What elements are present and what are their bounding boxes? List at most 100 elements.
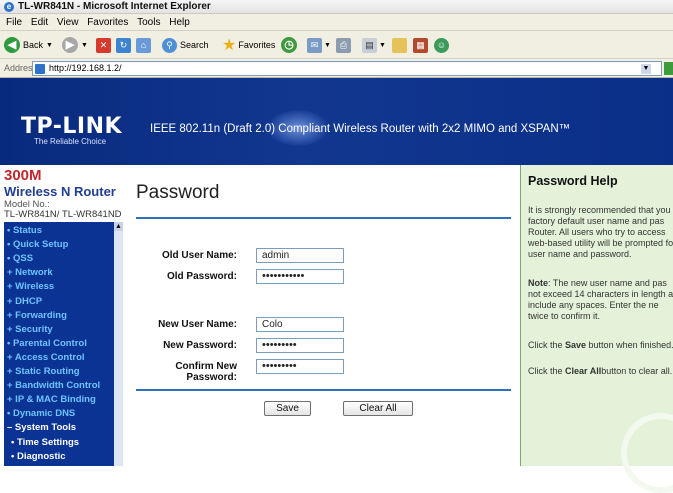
menu-file[interactable]: File: [6, 14, 22, 31]
home-icon: ⌂: [136, 37, 151, 53]
address-url: http://192.168.1.2/: [49, 63, 122, 73]
search-icon: ⚲: [162, 37, 177, 53]
help-paragraph-line: user name and password.: [528, 249, 632, 259]
help-paragraph-line: factory default user name and pas: [528, 216, 665, 226]
history-button[interactable]: ◷: [281, 36, 297, 54]
sidebar-nav-item[interactable]: • Time Settings: [11, 437, 79, 448]
confirm-password-input[interactable]: •••••••••: [256, 359, 344, 374]
ie-logo-icon: e: [4, 2, 14, 12]
help-paragraph-line: twice to confirm it.: [528, 311, 601, 321]
research-button[interactable]: ▦: [413, 36, 428, 54]
logo-subtitle: The Reliable Choice: [34, 137, 107, 146]
sidebar-nav-item[interactable]: + Security: [7, 324, 53, 335]
print-button[interactable]: ⎙: [336, 36, 351, 54]
help-paragraph-line: It is strongly recommended that you: [528, 205, 671, 215]
sidebar-nav-item[interactable]: • Quick Setup: [7, 239, 68, 250]
clear-all-button[interactable]: Clear All: [343, 401, 413, 416]
help-title: Password Help: [528, 174, 618, 188]
save-button[interactable]: Save: [264, 401, 311, 416]
window-title: TL-WR841N - Microsoft Internet Explorer: [18, 1, 211, 12]
page-title: Password: [136, 182, 220, 203]
sidebar-nav-item[interactable]: + Bandwidth Control: [7, 380, 100, 391]
help-panel: Password Help It is strongly recommended…: [520, 165, 673, 493]
folder-button[interactable]: [392, 36, 407, 54]
sidebar-nav-item[interactable]: • Parental Control: [7, 338, 87, 349]
save-hint-post: button when finished.: [586, 340, 673, 350]
scroll-up-icon[interactable]: ▲: [114, 222, 123, 231]
menu-bar: File Edit View Favorites Tools Help: [0, 14, 673, 31]
address-field[interactable]: http://192.168.1.2/ ▼: [32, 61, 662, 76]
refresh-icon: ↻: [116, 37, 131, 53]
banner-tagline: IEEE 802.11n (Draft 2.0) Compliant Wirel…: [150, 123, 571, 135]
research-icon: ▦: [413, 37, 428, 53]
sidebar-nav-item[interactable]: + Access Control: [7, 352, 85, 363]
go-button-icon[interactable]: [664, 62, 673, 75]
sidebar-nav-item[interactable]: – System Tools: [7, 422, 76, 433]
sidebar-nav-item[interactable]: + Static Routing: [7, 366, 80, 377]
mail-dropdown-icon[interactable]: ▼: [324, 42, 331, 49]
note-label: Note: [528, 278, 548, 288]
back-arrow-icon: ◀: [4, 37, 20, 53]
menu-view[interactable]: View: [57, 14, 79, 31]
help-clear-hint: Click the Clear Allbutton to clear all.: [528, 366, 673, 377]
favorites-button[interactable]: ★ Favorites: [222, 36, 275, 54]
help-paragraph-line: web-based utility will be prompted fo: [528, 238, 673, 248]
new-password-input[interactable]: •••••••••: [256, 338, 344, 353]
menu-help[interactable]: Help: [169, 14, 190, 31]
address-dropdown-icon[interactable]: ▼: [641, 64, 651, 74]
folder-icon: [392, 37, 407, 53]
mail-button[interactable]: ✉ ▼: [307, 36, 331, 54]
search-button[interactable]: ⚲ Search: [162, 36, 209, 54]
forward-button[interactable]: ▶ ▼: [62, 36, 88, 54]
help-paragraph-line: not exceed 14 characters in length a: [528, 289, 673, 299]
home-button[interactable]: ⌂: [136, 36, 151, 54]
tp-link-logo: TP-LINK: [21, 114, 123, 139]
back-dropdown-icon[interactable]: ▼: [46, 42, 53, 49]
clear-hint-pre: Click the: [528, 366, 566, 376]
favorites-star-icon: ★: [222, 37, 237, 54]
mail-icon: ✉: [307, 37, 322, 53]
forward-dropdown-icon[interactable]: ▼: [81, 42, 88, 49]
menu-edit[interactable]: Edit: [31, 14, 48, 31]
sidebar-nav-item[interactable]: + Wireless: [7, 281, 54, 292]
sidebar-nav-item[interactable]: • Status: [7, 225, 42, 236]
help-paragraph-line: Router. All users who try to access: [528, 227, 666, 237]
new-user-name-input[interactable]: Colo: [256, 317, 344, 332]
sidebar-nav-item[interactable]: + IP & MAC Binding: [7, 394, 96, 405]
help-paragraph-line: include any spaces. Enter the ne: [528, 300, 659, 310]
save-hint-bold: Save: [565, 340, 587, 350]
nav-scrollbar[interactable]: ▲: [114, 222, 123, 466]
stop-icon: ✕: [96, 37, 111, 53]
main-content: Password Old User Name: admin Old Passwo…: [125, 165, 520, 466]
back-button[interactable]: ◀ Back ▼: [4, 36, 53, 54]
browser-toolbar: ◀ Back ▼ ▶ ▼ ✕ ↻ ⌂ ⚲ Search ★ Favorites …: [0, 31, 673, 59]
sidebar-nav-item[interactable]: • Dynamic DNS: [7, 408, 75, 419]
menu-tools[interactable]: Tools: [137, 14, 160, 31]
edit-dropdown-icon[interactable]: ▼: [379, 42, 386, 49]
stop-button[interactable]: ✕: [96, 36, 111, 54]
confirm-password-label: Confirm New Password:: [175, 361, 237, 383]
sidebar-nav-item[interactable]: + DHCP: [7, 296, 42, 307]
search-label: Search: [180, 40, 209, 50]
sidebar-nav-item[interactable]: • Diagnostic: [11, 451, 66, 462]
refresh-button[interactable]: ↻: [116, 36, 131, 54]
page-icon: [35, 64, 45, 74]
window-titlebar: e TL-WR841N - Microsoft Internet Explore…: [0, 0, 673, 14]
edit-button[interactable]: ▤ ▼: [362, 36, 386, 54]
old-user-name-input[interactable]: admin: [256, 248, 344, 263]
clear-hint-post: button to clear all.: [601, 366, 673, 376]
favorites-label: Favorites: [238, 40, 276, 50]
save-hint-pre: Click the: [528, 340, 566, 350]
new-password-label: New Password:: [163, 340, 237, 351]
messenger-button[interactable]: ☺: [434, 36, 449, 54]
old-password-input[interactable]: •••••••••••: [256, 269, 344, 284]
sidebar-nav-item[interactable]: • QSS: [7, 253, 33, 264]
clear-hint-bold: Clear All: [565, 366, 602, 376]
forward-arrow-icon: ▶: [62, 37, 78, 53]
help-note: Note: The new user name and pas: [528, 278, 673, 289]
old-password-label: Old Password:: [166, 271, 237, 282]
sidebar-nav-item[interactable]: + Forwarding: [7, 310, 67, 321]
sidebar-nav-item[interactable]: + Network: [7, 267, 53, 278]
new-user-name-label: New User Name:: [158, 319, 237, 330]
menu-favorites[interactable]: Favorites: [87, 14, 128, 31]
